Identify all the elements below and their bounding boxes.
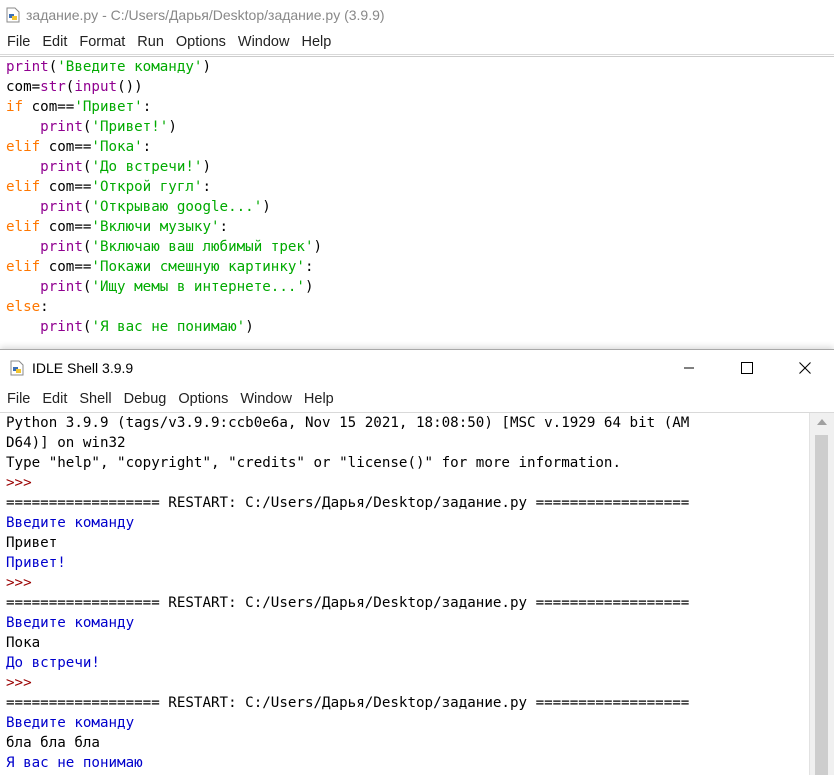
code-line: print('Включаю ваш любимый трек') [40, 239, 323, 255]
shell-line: Введите команду [6, 715, 135, 731]
code-editor[interactable]: print('Введите команду') com=str(input())… [0, 56, 834, 350]
editor-menu-options[interactable]: Options [170, 34, 232, 50]
code-line: elif com=='Пока': [6, 139, 152, 155]
code-line: elif com=='Открой гугл': [6, 179, 212, 195]
shell-menu-options[interactable]: Options [172, 391, 234, 407]
shell-prompt: >>> [6, 475, 41, 491]
code-line: print('Я вас не понимаю') [40, 319, 254, 335]
code-line: if com=='Привет': [6, 99, 152, 115]
editor-titlebar[interactable]: задание.py - C:/Users/Дарья/Desktop/зада… [0, 0, 834, 30]
shell-line: D64)] on win32 [6, 435, 126, 451]
shell-line: ================== RESTART: C:/Users/Дар… [6, 695, 690, 711]
minimize-button[interactable] [660, 350, 718, 386]
close-button[interactable] [776, 350, 834, 386]
shell-line: бла бла бла [6, 735, 100, 751]
shell-line: Type "help", "copyright", "credits" or "… [6, 455, 621, 471]
shell-line: Привет [6, 535, 58, 551]
shell-titlebar[interactable]: IDLE Shell 3.9.9 [0, 350, 834, 386]
maximize-icon [741, 362, 753, 374]
shell-line: Введите команду [6, 615, 135, 631]
maximize-button[interactable] [718, 350, 776, 386]
shell-line: ================== RESTART: C:/Users/Дар… [6, 595, 690, 611]
code-line: print('Открываю google...') [40, 199, 271, 215]
shell-line: До встречи! [6, 655, 100, 671]
code-line: elif com=='Включи музыку': [6, 219, 229, 235]
vertical-scrollbar[interactable] [809, 413, 834, 775]
shell-menu-edit[interactable]: Edit [36, 391, 73, 407]
shell-output[interactable]: Python 3.9.9 (tags/v3.9.9:ccb0e6a, Nov 1… [0, 413, 810, 775]
editor-title: задание.py - C:/Users/Дарья/Desktop/зада… [26, 7, 385, 23]
minimize-icon [684, 367, 694, 369]
editor-menu-format[interactable]: Format [73, 34, 131, 50]
editor-menu-file[interactable]: File [0, 34, 36, 50]
shell-menu-help[interactable]: Help [298, 391, 340, 407]
shell-window: IDLE Shell 3.9.9 File Edit Shell Debug Optio… [0, 349, 834, 775]
shell-menu-shell[interactable]: Shell [73, 391, 117, 407]
code-line: print('Ищу мемы в интернете...') [40, 279, 314, 295]
shell-menu-debug[interactable]: Debug [118, 391, 173, 407]
shell-prompt: >>> [6, 675, 41, 691]
scroll-up-arrow-icon[interactable] [817, 419, 827, 425]
code-line: print('До встречи!') [40, 159, 212, 175]
editor-menu-help[interactable]: Help [295, 34, 337, 50]
close-icon [799, 362, 811, 374]
shell-line: Привет! [6, 555, 66, 571]
shell-prompt: >>> [6, 575, 41, 591]
shell-line: Пока [6, 635, 41, 651]
shell-menu-window[interactable]: Window [234, 391, 298, 407]
code-line: print('Введите команду') [6, 59, 212, 75]
shell-line: ================== RESTART: C:/Users/Дар… [6, 495, 690, 511]
editor-menubar: File Edit Format Run Options Window Help [0, 30, 834, 55]
code-line: else: [6, 299, 49, 315]
python-shell-icon [10, 360, 24, 376]
editor-menu-window[interactable]: Window [232, 34, 296, 50]
shell-line: Python 3.9.9 (tags/v3.9.9:ccb0e6a, Nov 1… [6, 415, 690, 431]
shell-line: Введите команду [6, 515, 135, 531]
python-file-icon [6, 7, 20, 23]
code-line: print('Привет!') [40, 119, 177, 135]
editor-menu-edit[interactable]: Edit [36, 34, 73, 50]
code-line: elif com=='Покажи смешную картинку': [6, 259, 314, 275]
shell-menu-file[interactable]: File [0, 391, 36, 407]
editor-window: задание.py - C:/Users/Дарья/Desktop/зада… [0, 0, 834, 350]
shell-line: Я вас не понимаю [6, 755, 143, 771]
shell-title: IDLE Shell 3.9.9 [32, 360, 134, 376]
editor-menu-run[interactable]: Run [131, 34, 170, 50]
code-line: com=str(input()) [6, 79, 143, 95]
scrollbar-thumb[interactable] [815, 435, 828, 775]
shell-menubar: File Edit Shell Debug Options Window Help [0, 386, 834, 413]
